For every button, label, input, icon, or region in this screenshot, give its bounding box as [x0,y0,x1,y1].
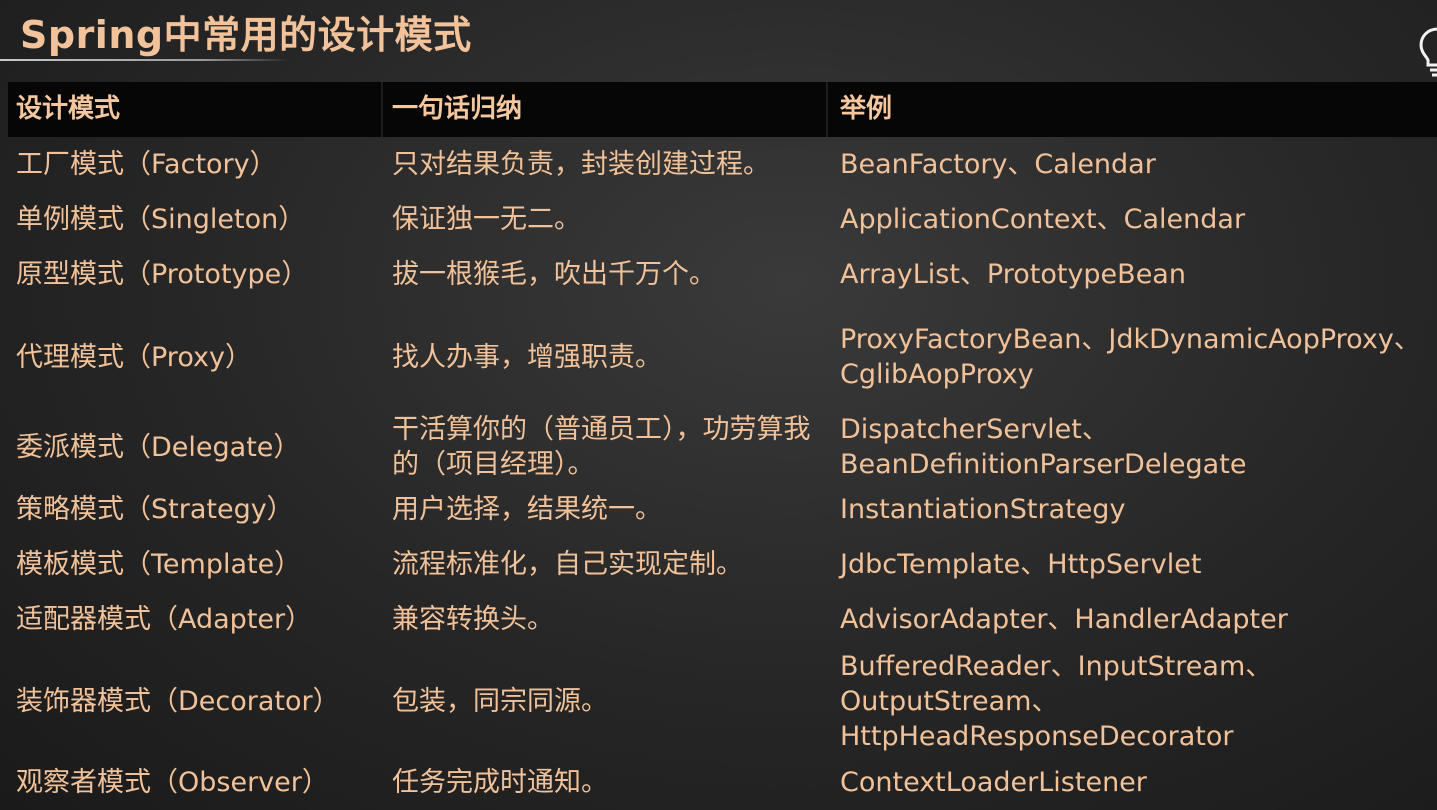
table-row: 适配器模式（Adapter） 兼容转换头。 AdvisorAdapter、Han… [8,592,1437,647]
table-row: 单例模式（Singleton） 保证独一无二。 ApplicationConte… [8,192,1437,247]
title-underline [0,59,290,61]
pattern-cell: 原型模式（Prototype） [16,259,309,290]
table-row: 代理模式（Proxy） 找人办事，增强职责。 ProxyFactoryBean、… [8,302,1437,412]
example-cell: ContextLoaderListener [840,767,1147,798]
header-pattern: 设计模式 [16,94,121,124]
example-cell: ApplicationContext、Calendar [840,204,1246,235]
example-cell: DispatcherServlet、BeanDefinitionParserDe… [840,414,1247,480]
pattern-cell: 策略模式（Strategy） [16,494,294,525]
example-cell: AdvisorAdapter、HandlerAdapter [840,604,1288,635]
header-summary: 一句话归纳 [392,94,523,124]
pattern-cell: 模板模式（Template） [16,549,302,580]
table-row: 观察者模式（Observer） 任务完成时通知。 ContextLoaderLi… [8,755,1437,810]
example-cell: BeanFactory、Calendar [840,149,1156,180]
example-cell: InstantiationStrategy [840,494,1126,525]
example-cell: JdbcTemplate、HttpServlet [840,549,1202,580]
summary-cell: 干活算你的（普通员工），功劳算我的（项目经理）。 [392,414,811,480]
column-divider [826,82,828,137]
header-example: 举例 [840,94,893,124]
pattern-cell: 代理模式（Proxy） [16,341,252,373]
lightbulb-icon [1419,27,1437,77]
summary-cell: 只对结果负责，封装创建过程。 [392,149,770,180]
example-cell: ProxyFactoryBean、JdkDynamicAopProxy、Cgli… [840,324,1421,390]
pattern-cell: 装饰器模式（Decorator） [16,685,340,717]
summary-cell: 包装，同宗同源。 [392,685,608,717]
summary-cell: 流程标准化，自己实现定制。 [392,549,743,580]
table-header: 设计模式 一句话归纳 举例 [8,82,1437,137]
summary-cell: 任务完成时通知。 [392,767,608,798]
pattern-cell: 单例模式（Singleton） [16,204,306,235]
pattern-cell: 适配器模式（Adapter） [16,604,313,635]
table-row: 装饰器模式（Decorator） 包装，同宗同源。 BufferedReader… [8,647,1437,755]
table-row: 原型模式（Prototype） 拔一根猴毛，吹出千万个。 ArrayList、P… [8,247,1437,302]
table-row: 工厂模式（Factory） 只对结果负责，封装创建过程。 BeanFactory… [8,137,1437,192]
summary-cell: 拔一根猴毛，吹出千万个。 [392,259,716,290]
table-row: 委派模式（Delegate） 干活算你的（普通员工），功劳算我的（项目经理）。 … [8,412,1437,482]
table-row: 模板模式（Template） 流程标准化，自己实现定制。 JdbcTemplat… [8,537,1437,592]
table-row: 策略模式（Strategy） 用户选择，结果统一。 InstantiationS… [8,482,1437,537]
example-cell: ArrayList、PrototypeBean [840,259,1186,290]
pattern-cell: 观察者模式（Observer） [16,767,329,798]
summary-cell: 兼容转换头。 [392,604,554,635]
example-cell: BufferedReader、InputStream、OutputStream、… [840,650,1273,752]
design-pattern-table: 设计模式 一句话归纳 举例 工厂模式（Factory） 只对结果负责，封装创建过… [8,82,1437,810]
pattern-cell: 工厂模式（Factory） [16,149,277,180]
summary-cell: 用户选择，结果统一。 [392,494,662,525]
summary-cell: 保证独一无二。 [392,204,581,235]
slide-title: Spring中常用的设计模式 [20,13,472,57]
column-divider [381,82,383,137]
summary-cell: 找人办事，增强职责。 [392,341,662,373]
pattern-cell: 委派模式（Delegate） [16,431,301,463]
